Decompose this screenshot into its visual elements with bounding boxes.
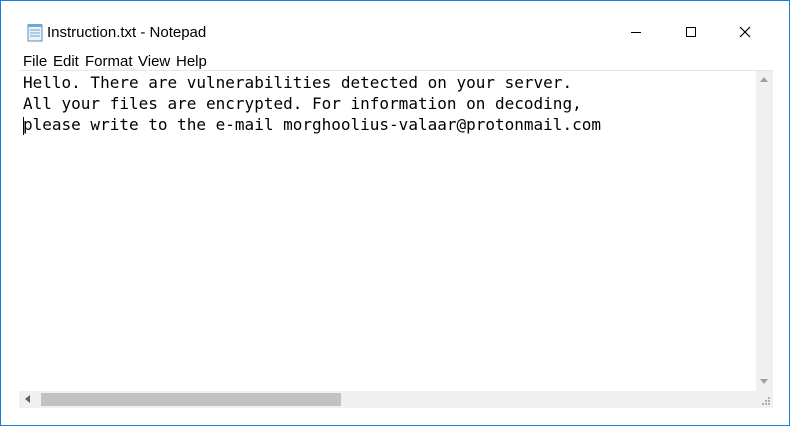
text-line: please write to the e-mail morghoolius-v…: [23, 115, 601, 134]
close-button[interactable]: [722, 17, 768, 47]
horizontal-scrollbar[interactable]: [19, 391, 773, 408]
maximize-icon: [686, 27, 696, 37]
vertical-scrollbar[interactable]: [756, 71, 773, 391]
close-icon: [739, 26, 751, 38]
minimize-icon: [631, 32, 641, 33]
notepad-icon: [27, 24, 43, 42]
menu-edit[interactable]: Edit: [53, 53, 79, 71]
menu-file[interactable]: File: [23, 53, 47, 71]
menu-bar: File Edit Format View Help: [1, 51, 789, 71]
resize-grip[interactable]: [756, 391, 773, 408]
notepad-window: Instruction.txt - Notepad File Edit Form…: [0, 0, 790, 426]
window-title: Instruction.txt - Notepad: [47, 24, 207, 41]
horizontal-scroll-thumb[interactable]: [41, 393, 341, 406]
menu-help[interactable]: Help: [176, 53, 207, 71]
text-caret: [23, 117, 24, 135]
scroll-down-icon[interactable]: [760, 379, 768, 384]
minimize-button[interactable]: [613, 17, 659, 47]
scroll-up-icon[interactable]: [760, 77, 768, 82]
resize-grip-icon: [762, 397, 770, 405]
scroll-left-icon[interactable]: [25, 395, 30, 403]
menu-view[interactable]: View: [138, 53, 170, 71]
maximize-button[interactable]: [668, 17, 714, 47]
text-editor[interactable]: Hello. There are vulnerabilities detecte…: [19, 70, 773, 391]
menu-format[interactable]: Format: [85, 53, 133, 71]
text-line: Hello. There are vulnerabilities detecte…: [23, 73, 573, 92]
text-line: All your files are encrypted. For inform…: [23, 94, 582, 113]
